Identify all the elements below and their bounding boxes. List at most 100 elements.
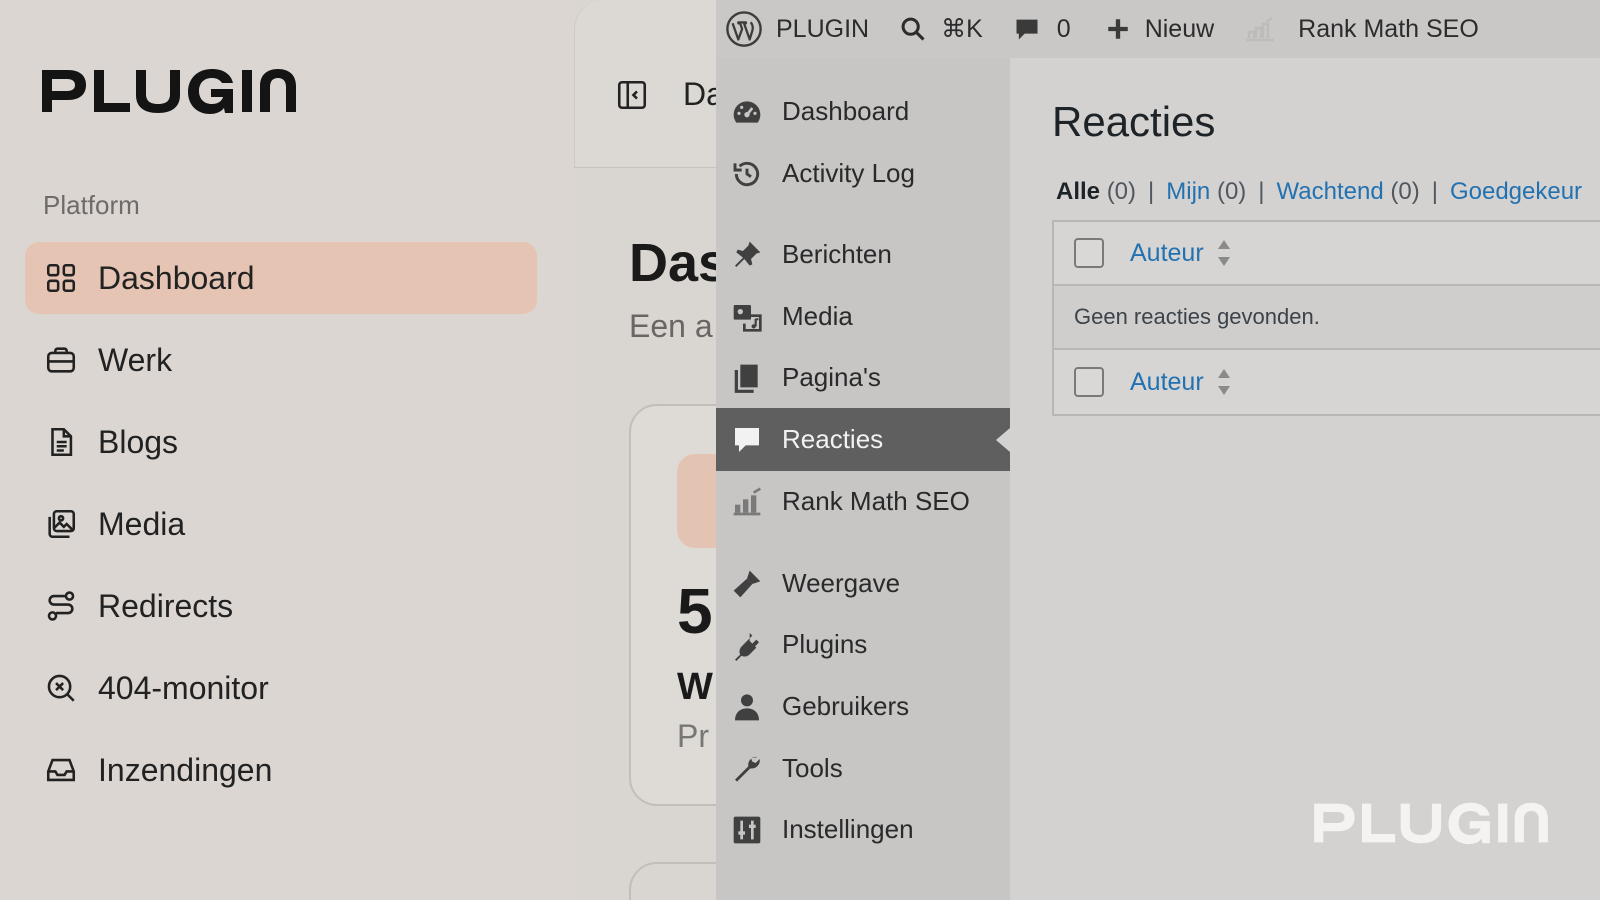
nav-item-404-monitor[interactable]: 404-monitor <box>25 652 537 724</box>
comment-bubble-icon <box>1016 19 1038 40</box>
wp-menu-label: Media <box>782 301 853 331</box>
grid-icon <box>43 260 79 296</box>
table-header-row: Auteur <box>1054 222 1600 286</box>
adminbar-rank-math[interactable]: Rank Math SEO <box>1244 0 1479 58</box>
wordpress-logo-icon[interactable] <box>714 0 774 58</box>
nav-item-werk[interactable]: Werk <box>25 324 537 396</box>
wp-menu-instellingen[interactable]: Instellingen <box>716 798 1010 861</box>
page-subtitle: Een a <box>629 308 713 344</box>
main-topbar: Da <box>574 0 724 168</box>
nav-label: Media <box>98 505 186 542</box>
wp-menu-activity-log[interactable]: Activity Log <box>716 142 1010 205</box>
nav-label: Blogs <box>98 423 179 460</box>
section-label-platform: Platform <box>43 190 140 220</box>
nav-item-blogs[interactable]: Blogs <box>25 406 537 478</box>
card-value: 5 <box>677 575 713 647</box>
plugin-logo[interactable] <box>42 66 296 116</box>
app-nav: Dashboard Werk Blogs Media Redirects 404… <box>25 242 537 816</box>
gauge-icon <box>730 95 764 129</box>
document-icon <box>43 424 79 460</box>
app-main: Da Das Een a 5 W Pr <box>574 0 789 900</box>
rank-math-label: Rank Math SEO <box>1298 14 1479 43</box>
comment-status-filters: Alle (0) | Mijn (0) | Wachtend (0) | Goedgekeu… <box>1056 178 1582 206</box>
nav-item-redirects[interactable]: Redirects <box>25 570 537 642</box>
wp-menu-plugins[interactable]: Plugins <box>716 613 1010 676</box>
sort-icon <box>1217 369 1230 395</box>
select-all-checkbox[interactable] <box>1074 238 1104 268</box>
nav-item-dashboard[interactable]: Dashboard <box>25 242 537 314</box>
sort-icon <box>1217 240 1230 266</box>
nav-item-media[interactable]: Media <box>25 488 537 560</box>
wp-menu-tools[interactable]: Tools <box>716 737 1010 800</box>
filter-mijn[interactable]: Mijn <box>1166 178 1210 205</box>
nav-label: Redirects <box>98 587 234 624</box>
column-author-sort-footer[interactable]: Auteur <box>1130 367 1232 397</box>
rankmath-icon <box>730 485 764 519</box>
nav-label: Werk <box>98 341 173 378</box>
brush-icon <box>730 567 764 601</box>
pin-icon <box>730 238 764 272</box>
filter-count: (0) <box>1390 178 1420 205</box>
plus-icon <box>1107 19 1128 39</box>
plugin-watermark-logo <box>1296 800 1566 851</box>
search-icon <box>901 17 925 41</box>
page-title-reacties: Reacties <box>1052 98 1216 145</box>
nav-label: Dashboard <box>98 259 255 296</box>
sidebar-collapse-icon[interactable] <box>615 78 649 112</box>
wp-menu-weergave[interactable]: Weergave <box>716 552 1010 615</box>
filter-separator: | <box>1258 178 1265 205</box>
adminbar-search[interactable]: ⌘K <box>899 0 983 58</box>
wp-menu-media[interactable]: Media <box>716 285 1010 348</box>
wp-menu-label: Weergave <box>782 568 901 598</box>
card-subtitle: Pr <box>677 718 709 754</box>
wp-menu-label: Instellingen <box>782 814 914 844</box>
wp-menu-gebruikers[interactable]: Gebruikers <box>716 675 1010 738</box>
column-author-sort[interactable]: Auteur <box>1130 238 1232 268</box>
select-all-checkbox-footer[interactable] <box>1074 367 1104 397</box>
search-shortcut: ⌘K <box>941 15 983 43</box>
wp-menu-label: Activity Log <box>782 158 915 188</box>
filter-separator: | <box>1148 178 1155 205</box>
wrench-icon <box>730 752 764 786</box>
media-icon <box>730 300 764 334</box>
wp-menu-label: Plugins <box>782 629 868 659</box>
nav-item-inzendingen[interactable]: Inzendingen <box>25 734 537 806</box>
inbox-icon <box>43 752 79 788</box>
empty-message: Geen reacties gevonden. <box>1074 304 1320 329</box>
user-icon <box>730 690 764 724</box>
comment-icon <box>730 423 764 457</box>
adminbar-new[interactable]: Nieuw <box>1105 0 1214 58</box>
page-title: Das <box>629 233 729 293</box>
wp-menu-label: Tools <box>782 753 843 783</box>
column-author-label: Auteur <box>1130 238 1204 267</box>
wp-menu-paginas[interactable]: Pagina's <box>716 346 1010 409</box>
wp-menu-reacties[interactable]: Reacties <box>716 408 1010 471</box>
comments-table: Auteur Geen reacties gevonden. Auteur <box>1052 220 1600 416</box>
comments-count: 0 <box>1056 14 1071 43</box>
wp-menu-label: Pagina's <box>782 362 881 392</box>
filter-alle[interactable]: Alle <box>1056 178 1100 205</box>
pages-icon <box>730 361 764 395</box>
card-title: W <box>677 666 713 708</box>
adminbar-site-name[interactable]: PLUGIN <box>776 0 869 58</box>
wp-menu-berichten[interactable]: Berichten <box>716 223 1010 286</box>
app-sidebar: Platform Dashboard Werk Blogs Media Redi… <box>0 0 574 900</box>
plug-icon <box>730 628 764 662</box>
wp-menu-rank-math-seo[interactable]: Rank Math SEO <box>716 470 1010 533</box>
wp-menu-dashboard[interactable]: Dashboard <box>716 80 1010 143</box>
wp-menu-label: Reacties <box>782 424 884 454</box>
wp-content: Reacties Alle (0) | Mijn (0) | Wachtend (0) |… <box>1010 58 1600 900</box>
filter-wachtend[interactable]: Wachtend <box>1277 178 1384 205</box>
filter-goedgekeurd[interactable]: Goedgekeur <box>1450 178 1582 205</box>
adminbar-comments[interactable]: 0 <box>1013 0 1071 58</box>
wp-admin-menu: Dashboard Activity Log Berichten Media P… <box>716 58 1010 900</box>
filter-count: (0) <box>1216 178 1247 205</box>
settings-icon <box>730 813 764 847</box>
wp-menu-label: Gebruikers <box>782 691 910 721</box>
search-x-icon <box>43 670 79 706</box>
wp-admin-bar: PLUGIN ⌘K 0 Nieuw Rank Math SEO <box>716 0 1600 58</box>
wp-menu-label: Dashboard <box>782 96 910 126</box>
table-footer-row: Auteur <box>1054 350 1600 414</box>
wp-menu-label: Rank Math SEO <box>782 486 970 516</box>
table-empty-row: Geen reacties gevonden. <box>1054 286 1600 350</box>
